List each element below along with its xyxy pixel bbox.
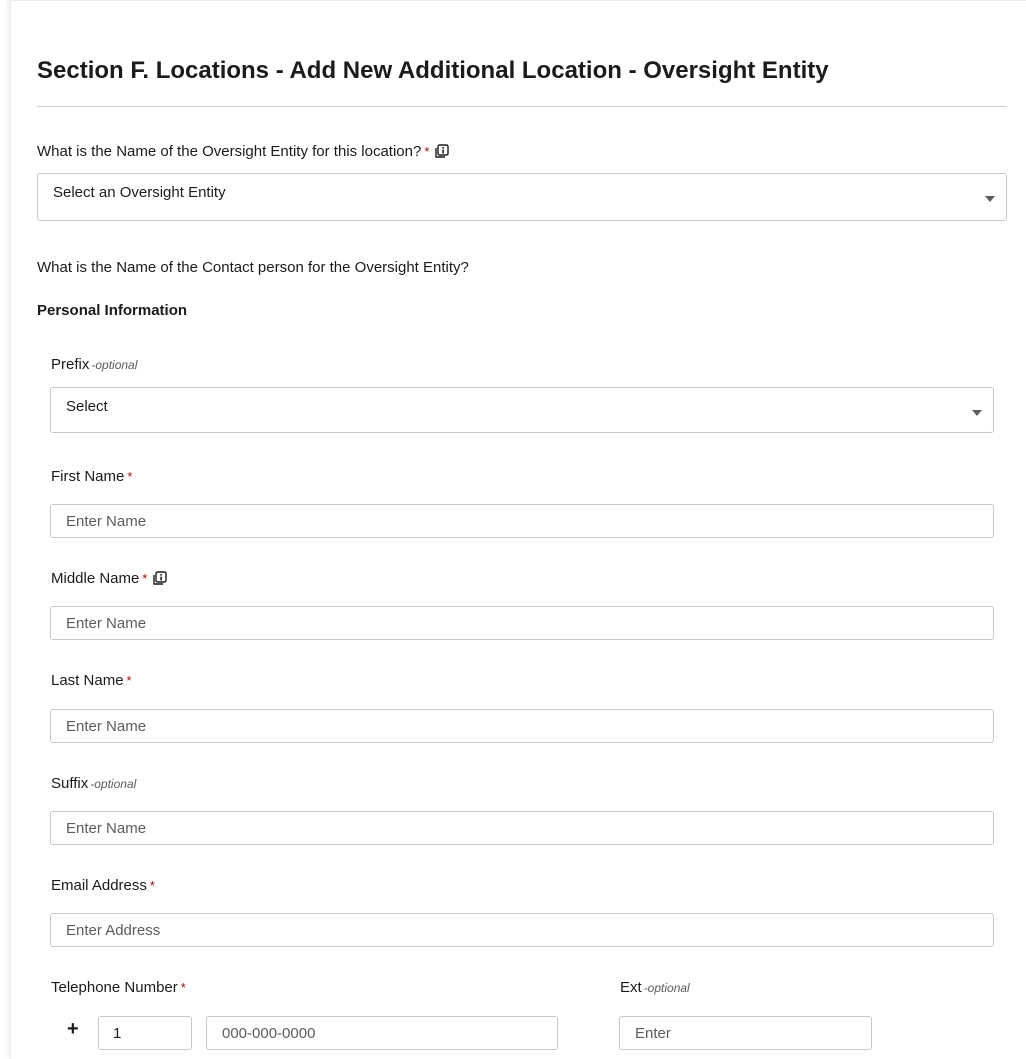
- telephone-input[interactable]: [206, 1016, 558, 1050]
- middle-name-input[interactable]: [50, 606, 994, 640]
- email-label: Email Address *: [51, 877, 155, 894]
- personal-information-heading: Personal Information: [37, 302, 188, 319]
- oversight-entity-question: What is the Name of the Oversight Entity…: [37, 143, 450, 160]
- prefix-select[interactable]: Select: [50, 387, 994, 433]
- email-input[interactable]: [50, 913, 994, 947]
- chevron-down-icon: [972, 410, 982, 416]
- ext-label: Ext -optional: [620, 979, 690, 996]
- contact-person-question: What is the Name of the Contact person f…: [37, 259, 469, 276]
- plus-sign: +: [67, 1018, 79, 1040]
- page-title: Section F. Locations - Add New Additiona…: [37, 57, 829, 84]
- chevron-down-icon: [985, 196, 995, 202]
- first-name-label: First Name *: [51, 468, 133, 485]
- title-divider: [37, 106, 1007, 107]
- suffix-input[interactable]: [50, 811, 994, 845]
- info-icon[interactable]: [435, 144, 450, 158]
- oversight-entity-select[interactable]: Select an Oversight Entity: [37, 173, 1007, 221]
- first-name-input[interactable]: [50, 504, 994, 538]
- telephone-label: Telephone Number *: [51, 979, 186, 996]
- middle-name-label: Middle Name *: [51, 570, 168, 587]
- info-icon[interactable]: [153, 571, 168, 585]
- country-code-input[interactable]: [98, 1016, 192, 1050]
- suffix-label: Suffix -optional: [51, 775, 137, 792]
- last-name-label: Last Name *: [51, 672, 132, 689]
- prefix-label: Prefix -optional: [51, 356, 138, 373]
- last-name-input[interactable]: [50, 709, 994, 743]
- ext-input[interactable]: [619, 1016, 872, 1050]
- required-marker: *: [424, 144, 430, 159]
